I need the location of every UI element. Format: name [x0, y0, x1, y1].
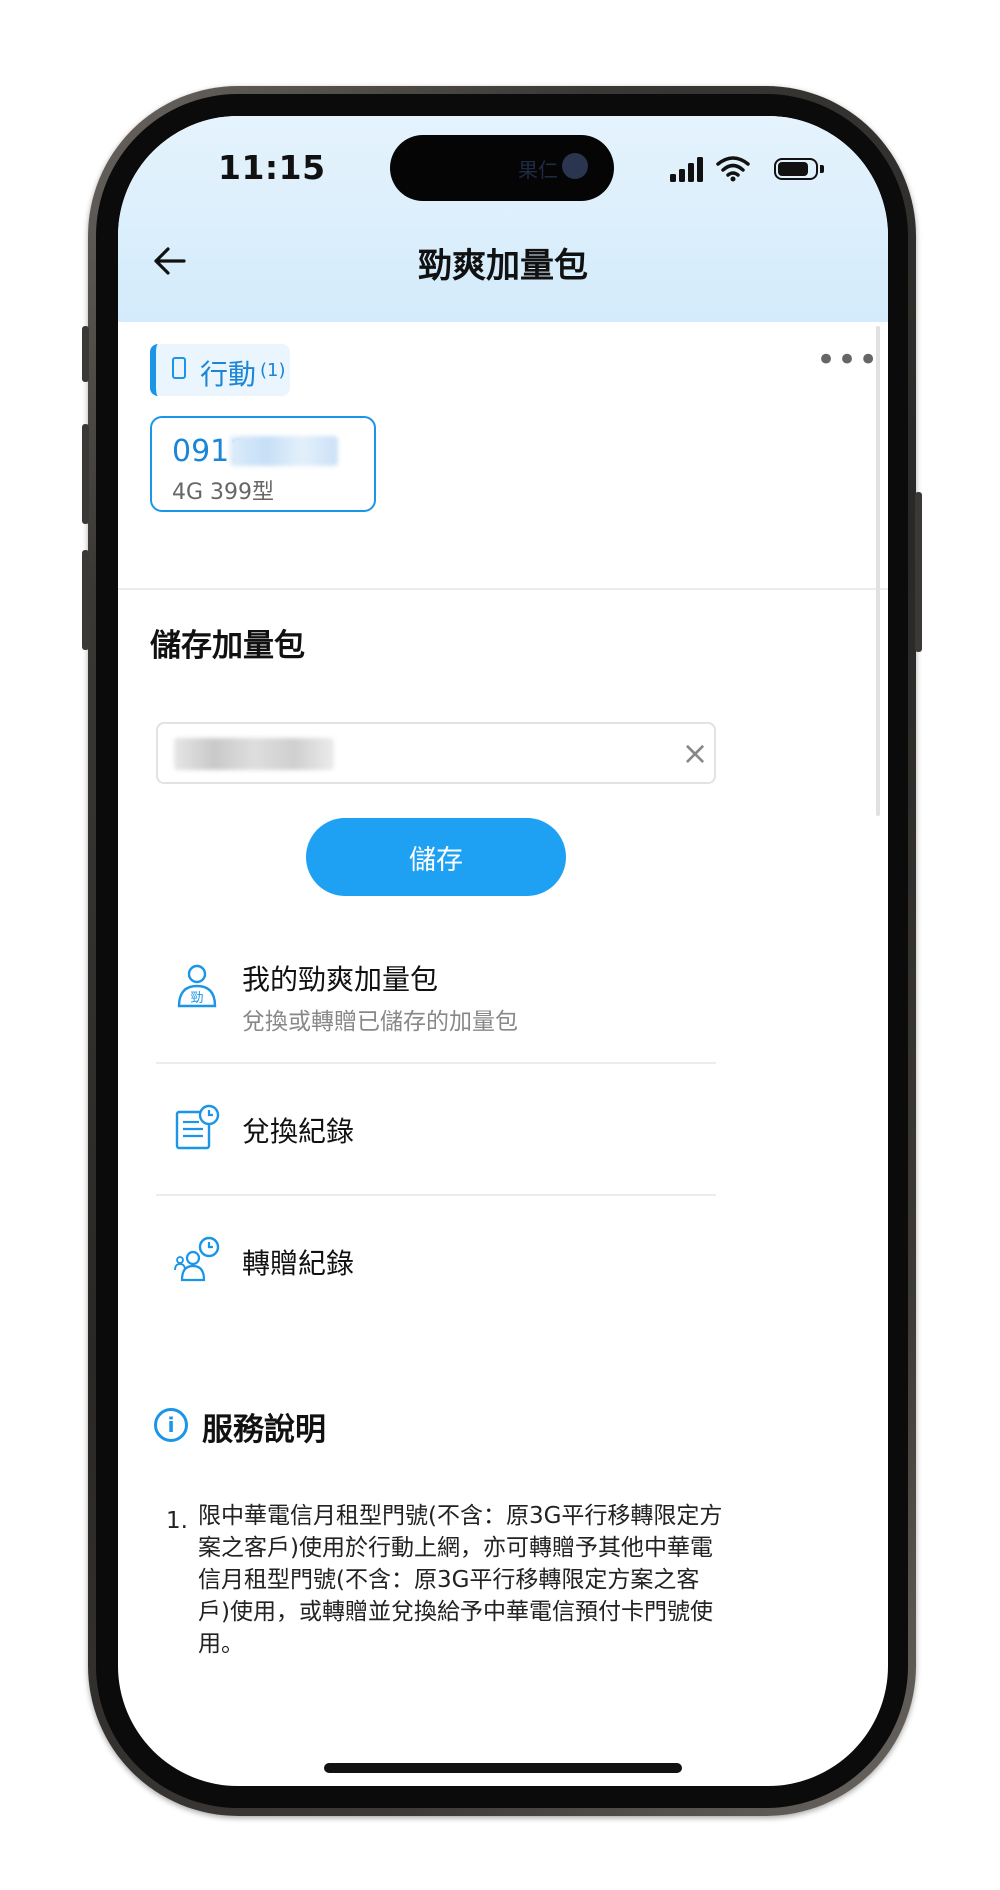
section-title: 儲存加量包: [150, 628, 305, 664]
code-input-box[interactable]: ×: [156, 722, 716, 784]
tab-label: 行動: [200, 358, 257, 391]
more-options-button[interactable]: •••: [816, 343, 879, 377]
battery-tip: [820, 165, 824, 173]
document-clock-icon: [175, 1104, 220, 1150]
scrollbar[interactable]: [876, 326, 880, 816]
info-icon: i: [154, 1408, 188, 1442]
menu-item-redeem-history[interactable]: 兌換紀錄: [156, 1064, 716, 1194]
account-section: 行動 (1) ••• 0911 4G 399型: [118, 322, 888, 590]
rule-number: 1.: [166, 1508, 188, 1534]
island-text: 果仁: [518, 158, 558, 182]
person-badge-icon: 勁: [177, 964, 217, 1008]
tab-mobile[interactable]: 行動 (1): [150, 344, 290, 396]
people-clock-icon: [174, 1236, 220, 1282]
line-card[interactable]: 0911 4G 399型: [150, 416, 376, 512]
service-title: 服務說明: [202, 1412, 326, 1448]
battery-icon: [774, 158, 818, 180]
line-plan: 4G 399型: [172, 480, 275, 505]
page-title: 勁爽加量包: [418, 246, 588, 286]
line-number-redacted: [230, 436, 338, 466]
power-button: [915, 492, 922, 652]
rule-text: 限中華電信月租型門號(不含：原3G平行移轉限定方案之客戶)使用於行動上網，亦可轉…: [198, 1503, 723, 1657]
menu-item-title: 我的勁爽加量包: [242, 963, 439, 996]
volume-up-button: [82, 424, 89, 524]
menu-item-subtitle: 兌換或轉贈已儲存的加量包: [242, 1009, 518, 1035]
status-time: 11:15: [218, 148, 326, 187]
app-header: 11:15 果仁 勁爽加量包: [118, 116, 888, 322]
user-avatar-icon: [562, 153, 588, 179]
wifi-icon: [716, 156, 750, 182]
home-indicator[interactable]: [324, 1763, 682, 1773]
more-dots-icon: •••: [816, 340, 880, 380]
menu-item-transfer-history[interactable]: 轉贈紀錄: [156, 1196, 716, 1326]
volume-down-button: [82, 550, 89, 650]
dynamic-island: 果仁: [390, 135, 614, 201]
tab-count: (1): [260, 360, 286, 381]
menu-item-title: 兌換紀錄: [242, 1115, 355, 1148]
mobile-phone-icon: [172, 357, 186, 379]
save-button[interactable]: 儲存: [306, 818, 566, 896]
screen: 11:15 果仁 勁爽加量包 行動 (1) ••• 0911 4G 399型 儲…: [118, 116, 888, 1786]
menu-item-my-packs[interactable]: 勁 我的勁爽加量包 兌換或轉贈已儲存的加量包: [156, 936, 716, 1064]
cellular-signal-icon: [670, 156, 706, 182]
clear-icon[interactable]: ×: [678, 736, 712, 770]
menu-item-title: 轉贈紀錄: [242, 1247, 355, 1280]
svg-text:勁: 勁: [190, 991, 203, 1006]
code-redacted: [174, 738, 334, 770]
action-button: [82, 326, 89, 382]
